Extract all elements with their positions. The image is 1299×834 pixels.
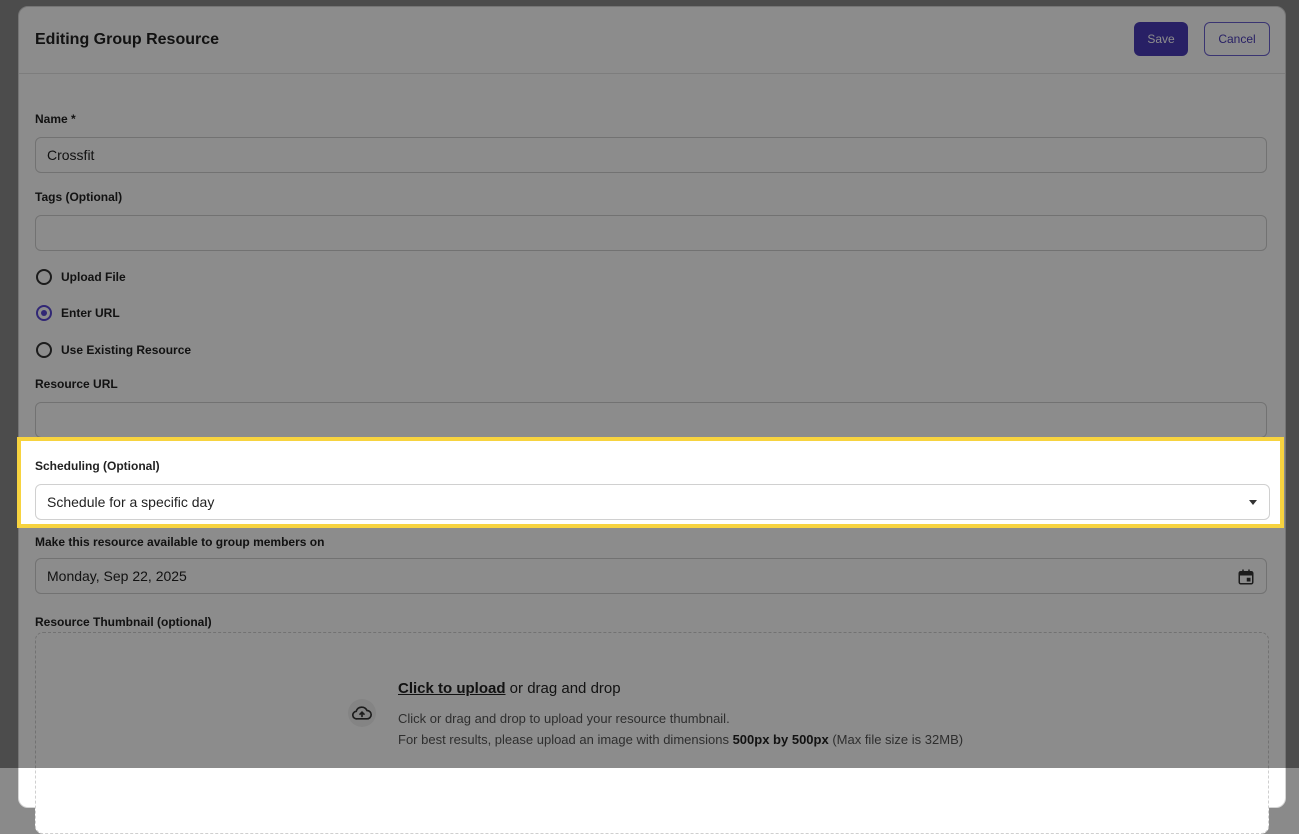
desc-pre: For best results, please upload an image…: [398, 732, 733, 747]
name-input[interactable]: Crossfit: [35, 137, 1267, 173]
radio-enter-url[interactable]: Enter URL: [36, 305, 120, 321]
radio-label: Upload File: [61, 270, 126, 284]
radio-button[interactable]: [36, 342, 52, 358]
click-to-upload-link[interactable]: Click to upload: [398, 680, 506, 697]
upload-description: Click or drag and drop to upload your re…: [398, 708, 963, 750]
page-title: Editing Group Resource: [35, 31, 220, 48]
radio-button[interactable]: [36, 305, 52, 321]
caret-down-icon[interactable]: [1249, 500, 1257, 505]
tags-input[interactable]: [35, 215, 1267, 251]
radio-use-existing[interactable]: Use Existing Resource: [36, 342, 191, 358]
thumbnail-label: Resource Thumbnail (optional): [35, 615, 212, 629]
cloud-upload-icon: [348, 699, 376, 727]
desc-post: (Max file size is 32MB): [828, 732, 964, 747]
upload-title-rest: or drag and drop: [505, 680, 621, 697]
upload-desc-line2: For best results, please upload an image…: [398, 729, 963, 750]
desc-dimensions: 500px by 500px: [732, 732, 829, 747]
edit-resource-card: Editing Group Resource Save Cancel Name …: [18, 6, 1286, 834]
radio-upload-file[interactable]: Upload File: [36, 269, 126, 285]
scheduling-label: Scheduling (Optional): [35, 459, 160, 473]
save-button[interactable]: Save: [1134, 22, 1188, 56]
thumbnail-dropzone[interactable]: Click to upload or drag and drop Click o…: [35, 632, 1269, 834]
radio-label: Enter URL: [61, 306, 120, 320]
scheduling-highlight: Scheduling (Optional) Schedule for a spe…: [17, 437, 1284, 528]
available-date-input[interactable]: Monday, Sep 22, 2025: [35, 558, 1267, 594]
calendar-icon[interactable]: [1237, 568, 1255, 589]
radio-label: Use Existing Resource: [61, 343, 192, 357]
upload-title: Click to upload or drag and drop: [398, 680, 621, 697]
scheduling-value: Schedule for a specific day: [47, 494, 215, 510]
date-value: Monday, Sep 22, 2025: [47, 568, 187, 584]
tags-label: Tags (Optional): [35, 190, 123, 204]
cancel-button[interactable]: Cancel: [1204, 22, 1270, 56]
upload-desc-line1: Click or drag and drop to upload your re…: [398, 711, 730, 726]
scheduling-select[interactable]: Schedule for a specific day: [35, 484, 1270, 520]
available-date-label: Make this resource available to group me…: [35, 535, 325, 549]
radio-button[interactable]: [36, 269, 52, 285]
name-label: Name *: [35, 112, 76, 126]
resource-url-input[interactable]: [35, 402, 1267, 438]
resource-url-label: Resource URL: [35, 377, 118, 391]
card-header: Editing Group Resource Save Cancel: [19, 7, 1285, 74]
